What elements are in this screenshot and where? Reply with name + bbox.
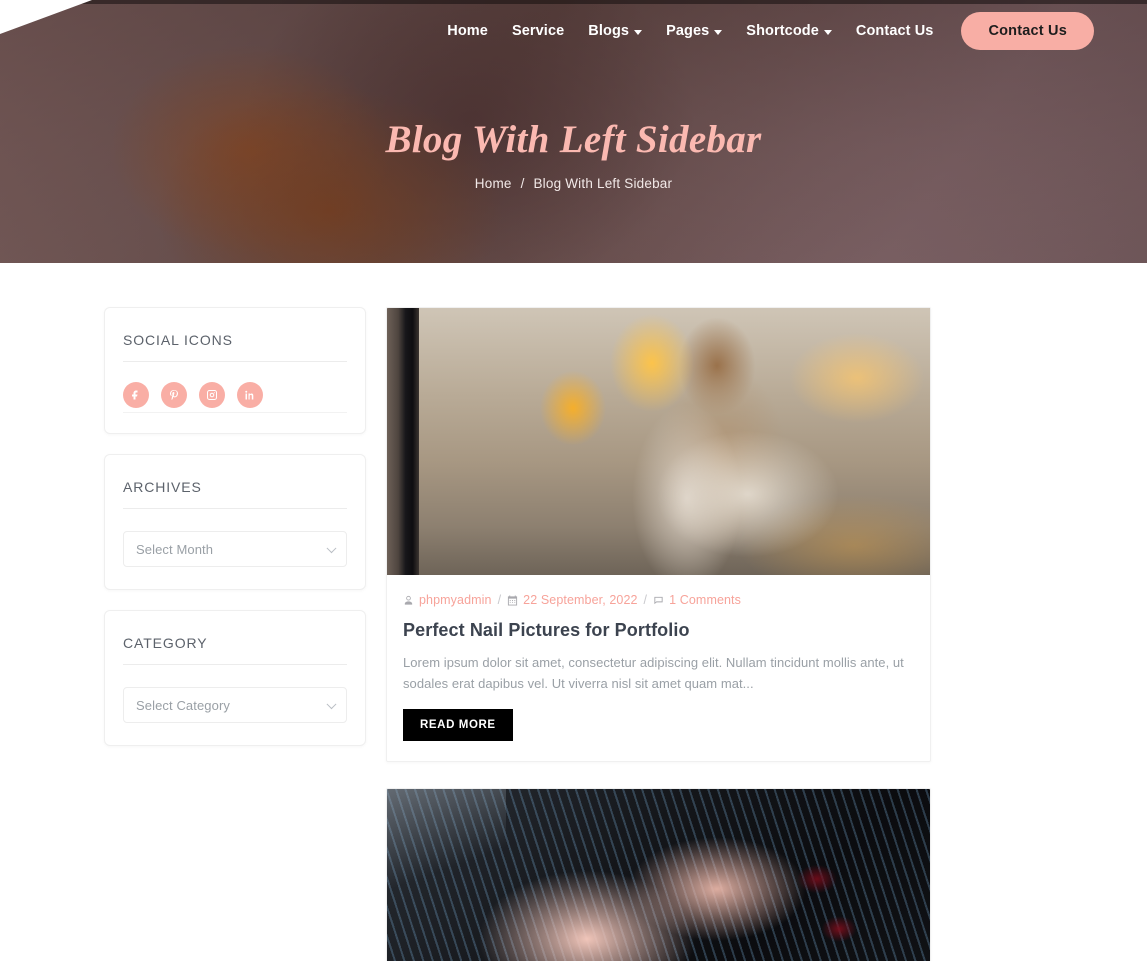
chevron-down-icon xyxy=(634,29,643,35)
post-author[interactable]: phpmyadmin xyxy=(419,593,492,607)
calendar-icon xyxy=(507,594,518,606)
nav-item-label: Home xyxy=(447,23,488,39)
post-card xyxy=(386,788,931,961)
nav-item-service[interactable]: Service xyxy=(500,23,576,39)
post-card: phpmyadmin / 22 September, 2022 / 1 Comm… xyxy=(386,307,931,763)
nav-item-label: Service xyxy=(511,23,565,39)
widget-title: CATEGORY xyxy=(123,635,347,665)
blog-post-list: phpmyadmin / 22 September, 2022 / 1 Comm… xyxy=(386,307,931,961)
left-sidebar: SOCIAL ICONS ARCHIVES Select Month CATEG… xyxy=(104,307,366,766)
nav-item-contact-us[interactable]: Contact Us xyxy=(844,23,946,39)
breadcrumb-home[interactable]: Home xyxy=(475,176,512,191)
read-more-button[interactable]: READ MORE xyxy=(403,709,513,742)
widget-title: ARCHIVES xyxy=(123,479,347,509)
pinterest-icon[interactable] xyxy=(161,382,187,408)
post-excerpt: Lorem ipsum dolor sit amet, consectetur … xyxy=(403,655,904,692)
chevron-down-icon xyxy=(823,29,832,35)
nav-item-blogs[interactable]: Blogs xyxy=(576,23,654,39)
category-select-value: Select Category xyxy=(136,697,230,713)
nav-item-label: Blogs xyxy=(588,23,630,39)
linkedin-icon[interactable] xyxy=(237,382,263,408)
archives-select[interactable]: Select Month xyxy=(123,531,347,567)
breadcrumb-separator: / xyxy=(520,175,525,191)
category-select[interactable]: Select Category xyxy=(123,687,347,723)
archives-select-wrap: Select Month xyxy=(123,531,347,567)
widget-category: CATEGORY Select Category xyxy=(104,610,366,746)
hero-text-block: Blog With Left Sidebar Home / Blog With … xyxy=(0,118,1147,191)
post-comments-count[interactable]: 1 Comments xyxy=(669,593,741,607)
widget-social-icons: SOCIAL ICONS xyxy=(104,307,366,434)
post-thumbnail-image[interactable] xyxy=(387,789,930,961)
chevron-down-icon xyxy=(714,29,723,35)
comment-icon xyxy=(653,595,664,606)
widget-archives: ARCHIVES Select Month xyxy=(104,454,366,590)
post-date[interactable]: 22 September, 2022 xyxy=(523,593,637,607)
post-meta: phpmyadmin / 22 September, 2022 / 1 Comm… xyxy=(403,593,914,607)
widget-title: SOCIAL ICONS xyxy=(123,332,347,362)
social-icons-row xyxy=(123,362,347,413)
nav-item-shortcode[interactable]: Shortcode xyxy=(734,23,844,39)
post-body: phpmyadmin / 22 September, 2022 / 1 Comm… xyxy=(387,575,930,761)
archives-select-value: Select Month xyxy=(136,541,214,557)
breadcrumb-current: Blog With Left Sidebar xyxy=(533,175,673,191)
nav-item-home[interactable]: Home xyxy=(435,23,500,39)
category-select-wrap: Select Category xyxy=(123,687,347,723)
nav-item-pages[interactable]: Pages xyxy=(654,23,734,39)
nav-item-label: Contact Us xyxy=(855,23,934,39)
meta-separator: / xyxy=(497,593,502,607)
meta-separator: / xyxy=(643,593,648,607)
hero-banner: Home Service Blogs Pages Shortcode Conta… xyxy=(0,0,1147,263)
page-title: Blog With Left Sidebar xyxy=(385,118,762,161)
main-navigation: Home Service Blogs Pages Shortcode Conta… xyxy=(0,0,1147,62)
post-thumbnail-image[interactable] xyxy=(387,308,930,575)
nav-item-label: Pages xyxy=(666,23,710,39)
nav-list: Home Service Blogs Pages Shortcode Conta… xyxy=(435,12,1094,50)
breadcrumb: Home / Blog With Left Sidebar xyxy=(0,176,1147,191)
nav-item-label: Shortcode xyxy=(746,23,819,39)
post-title[interactable]: Perfect Nail Pictures for Portfolio xyxy=(403,620,914,641)
contact-us-button[interactable]: Contact Us xyxy=(961,12,1094,50)
facebook-icon[interactable] xyxy=(123,382,149,408)
instagram-icon[interactable] xyxy=(199,382,225,408)
user-icon xyxy=(403,595,414,606)
page-layout: SOCIAL ICONS ARCHIVES Select Month CATEG… xyxy=(0,263,1147,961)
